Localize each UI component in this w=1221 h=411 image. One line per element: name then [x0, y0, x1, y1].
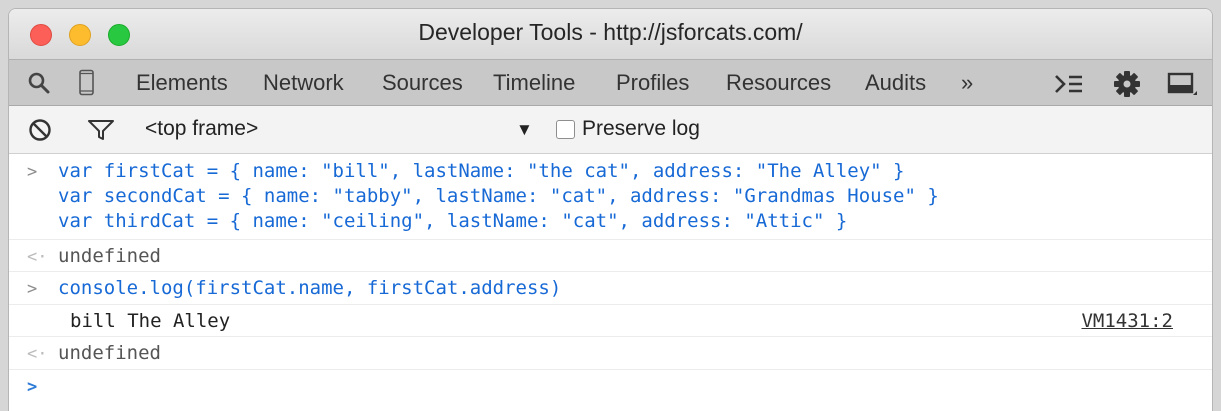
- input-prompt-icon: >: [27, 279, 38, 299]
- clear-console-icon[interactable]: [28, 118, 52, 147]
- console-input-line: var firstCat = { name: "bill", lastName:…: [58, 160, 905, 182]
- console-input-message: > console.log(firstCat.name, firstCat.ad…: [9, 272, 1212, 305]
- console-input-line: var secondCat = { name: "tabby", lastNam…: [58, 185, 939, 207]
- input-prompt-icon: >: [27, 162, 38, 182]
- title-bar: Developer Tools - http://jsforcats.com/: [9, 9, 1212, 59]
- devtools-window: Developer Tools - http://jsforcats.com/ …: [9, 9, 1212, 411]
- console-log-text: bill The Alley: [70, 310, 231, 332]
- console-result-value: undefined: [58, 245, 161, 267]
- console-filter-bar: <top frame> ▼ Preserve log: [9, 106, 1212, 154]
- console-result-message: <· undefined: [9, 337, 1212, 370]
- result-prompt-icon: <·: [27, 247, 48, 267]
- console-input-line: var thirdCat = { name: "ceiling", lastNa…: [58, 210, 848, 232]
- result-prompt-icon: <·: [27, 344, 48, 364]
- console-log-message: bill The Alley VM1431:2: [9, 305, 1212, 337]
- window-title: Developer Tools - http://jsforcats.com/: [418, 19, 803, 45]
- console-prompt-input[interactable]: >: [9, 370, 1212, 410]
- log-source-link[interactable]: VM1431:2: [1081, 310, 1173, 332]
- dock-side-icon[interactable]: [1167, 72, 1197, 101]
- console-result-message: <· undefined: [9, 240, 1212, 272]
- device-mode-icon[interactable]: [78, 69, 96, 102]
- tab-elements[interactable]: Elements: [136, 70, 228, 96]
- frame-selector[interactable]: <top frame>: [145, 117, 258, 141]
- tab-network[interactable]: Network: [263, 70, 344, 96]
- console-output[interactable]: > var firstCat = { name: "bill", lastNam…: [9, 154, 1212, 410]
- frame-dropdown-icon[interactable]: ▼: [516, 120, 533, 140]
- console-input-message: > var firstCat = { name: "bill", lastNam…: [9, 154, 1212, 240]
- filter-icon[interactable]: [87, 119, 115, 146]
- settings-gear-icon[interactable]: [1113, 70, 1141, 103]
- tab-profiles[interactable]: Profiles: [616, 70, 689, 96]
- console-result-value: undefined: [58, 342, 161, 364]
- preserve-log-checkbox[interactable]: [556, 120, 575, 139]
- tab-sources[interactable]: Sources: [382, 70, 463, 96]
- tab-resources[interactable]: Resources: [726, 70, 831, 96]
- preserve-log-label[interactable]: Preserve log: [582, 117, 700, 141]
- search-icon[interactable]: [27, 71, 51, 100]
- more-tabs-button[interactable]: »: [961, 70, 973, 96]
- console-input-line: console.log(firstCat.name, firstCat.addr…: [58, 277, 562, 299]
- tab-audits[interactable]: Audits: [865, 70, 926, 96]
- active-prompt-icon: >: [27, 377, 38, 397]
- tab-timeline[interactable]: Timeline: [493, 70, 575, 96]
- console-drawer-icon[interactable]: [1054, 73, 1084, 100]
- main-toolbar: Elements Network Sources Timeline Profil…: [9, 59, 1212, 106]
